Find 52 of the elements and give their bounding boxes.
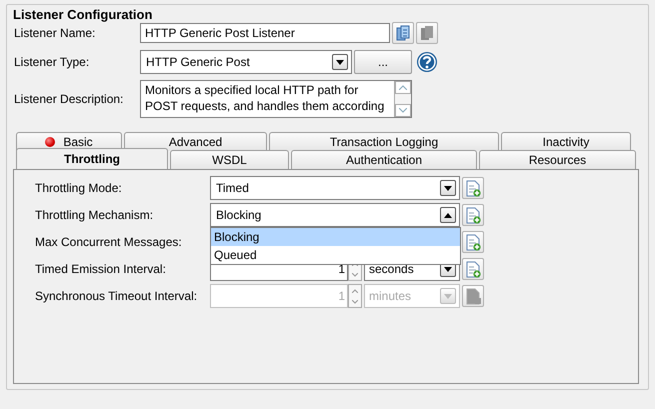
spinner-buttons[interactable] [348,284,362,308]
field-label: Timed Emission Interval: [35,262,167,276]
tab[interactable]: Throttling [16,148,168,169]
caret-up-icon [399,85,407,90]
dropdown-value: seconds [369,262,414,276]
dropdown[interactable]: Timed [210,176,460,200]
description-field[interactable]: Monitors a specified local HTTP path for POST requests, and handles them according [140,80,412,118]
dropdown-value: Blocking [216,208,262,222]
field-label: Listener Type: [14,55,90,69]
field-label: Synchronous Timeout Interval: [35,289,198,303]
dropdown-button[interactable] [332,54,348,70]
dropdown-arrow-icon [444,186,452,190]
field-label: Max Concurrent Messages: [35,235,183,249]
dropdown-button[interactable] [440,207,456,223]
tab[interactable]: Authentication [291,150,477,169]
tab[interactable]: Advanced [124,132,267,151]
error-icon [45,137,56,147]
caret-down-icon [399,108,407,113]
field-label: Throttling Mechanism: [35,208,154,222]
copy-icon [396,25,410,41]
dropdown-value: Timed [216,181,249,195]
tab[interactable]: Inactivity [501,132,631,151]
scroll-up-button[interactable] [395,81,411,94]
dropdown-value: minutes [369,289,412,303]
paste-icon [420,25,434,41]
dropdown-value: HTTP Generic Post [146,55,250,69]
type-dropdown[interactable]: HTTP Generic Post [140,50,352,74]
field-label: Throttling Mode: [35,181,123,195]
dropdown-button[interactable] [440,180,456,196]
description-line: POST requests, and handles them according [145,98,386,114]
add-document-button[interactable] [462,231,484,253]
browse-button[interactable]: ... [354,50,412,74]
field-label: Listener Description: [14,92,124,106]
name-field[interactable]: HTTP Generic Post Listener [140,23,390,43]
help-icon [416,51,438,73]
group-title: Listener Configuration [12,7,154,22]
tab[interactable]: Transaction Logging [269,132,499,151]
dropdown-arrow-icon [336,60,344,64]
scroll-down-button[interactable] [395,104,411,117]
dropdown-arrow-icon [444,266,452,272]
tab[interactable]: Resources [479,150,636,169]
dropdown-arrow-icon [444,294,452,298]
add-document-button[interactable] [462,177,484,199]
dropdown[interactable]: Blocking [210,203,460,227]
add-document-button[interactable] [462,258,484,280]
dropdown-option[interactable]: Blocking [211,228,460,246]
copy-button[interactable] [392,22,414,44]
add-document-button[interactable] [462,204,484,226]
field-label: Listener Name: [14,26,96,40]
tab[interactable]: WSDL [170,150,289,169]
dropdown-arrow-icon [444,212,452,218]
description-line: Monitors a specified local HTTP path for [145,82,360,98]
